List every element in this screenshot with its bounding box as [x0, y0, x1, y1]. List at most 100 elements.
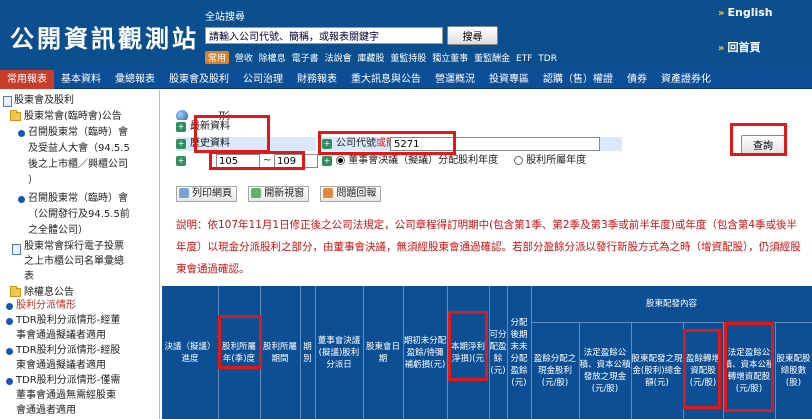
toolbar: 列印網頁 開新視窗 問題回報: [176, 186, 389, 202]
nav-item-governance[interactable]: 公司治理: [236, 70, 290, 89]
nav-item-common-reports[interactable]: 常用報表: [0, 69, 54, 89]
table-header-cell: 盈餘分配之現金股利(元/股): [533, 353, 577, 388]
table-divider: [507, 286, 508, 419]
main-nav: 常用報表 基本資料 彙總報表 股東會及股利 公司治理 財務報表 重大訊息與公告 …: [0, 69, 812, 89]
nav-item-financials[interactable]: 財務報表: [290, 70, 344, 89]
nav-item-investment[interactable]: 投資專區: [482, 70, 536, 89]
bullet-icon: [18, 196, 25, 203]
plus-icon: +: [176, 122, 186, 132]
highlight-box: [724, 322, 774, 412]
table-header-cell: 股利所屬期間: [262, 341, 297, 364]
site-logo[interactable]: 公開資訊觀測站: [10, 19, 199, 54]
table-divider: [363, 286, 364, 419]
sidebar-item-text: 表: [24, 271, 34, 282]
nav-item-material-info[interactable]: 重大訊息與公告: [344, 70, 428, 89]
search-button[interactable]: 搜尋: [447, 26, 498, 45]
document-icon: [3, 96, 12, 107]
highlight-box: [218, 315, 262, 369]
bullet-icon: [6, 378, 13, 385]
radio-checked-icon: [336, 155, 345, 165]
document-icon: [12, 244, 21, 255]
search-input[interactable]: [205, 27, 443, 44]
common-badge: 常用: [205, 51, 230, 64]
highlight-box: [730, 123, 787, 156]
sidebar-item-ex-dividend[interactable]: 除權息公告: [24, 287, 74, 299]
quick-link[interactable]: 董監持股: [390, 54, 426, 64]
quick-link[interactable]: 法說會: [325, 54, 352, 64]
table-group-header: 股東配發內容: [645, 299, 697, 309]
table-header-cell: 法定盈餘公積、資本公積發放之現金(元/股): [579, 347, 631, 394]
table-header-cell: 決議（擬議）進度: [164, 341, 216, 364]
sidebar-item-text: 後之上市櫃／興櫃公司: [28, 159, 128, 170]
sidebar-item-text: 董事會通過無需經股東: [16, 390, 116, 401]
nav-item-summary-reports[interactable]: 彙總報表: [108, 70, 162, 89]
year-type-radio-row: + 董事會決議（擬議）分配股利年度 股利所屬年度: [322, 154, 622, 168]
sidebar-item-tdr-shareholders[interactable]: TDR股利分派情形-經股: [16, 345, 120, 357]
radio-board-year[interactable]: 董事會決議（擬議）分配股利年度: [336, 154, 498, 168]
bullet-icon: [18, 130, 25, 137]
table-divider: [489, 286, 490, 419]
nav-item-operations[interactable]: 營運概況: [428, 70, 482, 89]
nav-item-securitization[interactable]: 資產證券化: [654, 70, 718, 89]
table-header-cell: 股東配發之現金(股利)總金額(元): [631, 353, 683, 388]
sidebar-item-tdr-board-only[interactable]: TDR股利分派情形-僅需: [16, 375, 120, 387]
table-header-cell: 股東配股總股數(股): [776, 353, 811, 388]
new-window-icon: [251, 188, 262, 198]
table-header-cell: 股東會日期: [365, 341, 400, 364]
sidebar-item-tdr-board[interactable]: TDR股利分派情形-經董: [16, 315, 120, 327]
sidebar-item-evoting[interactable]: 股東常會採行電子投票: [24, 241, 124, 253]
table-divider: [579, 322, 580, 419]
notice-text: 說明：依107年11月1日修正後之公司法規定，公司章程得訂明期中(包含第1季、第…: [176, 219, 801, 275]
sidebar-item-text: 東會通過擬議者適用: [16, 360, 106, 371]
quick-link[interactable]: TDR: [538, 54, 557, 64]
sidebar-item-text: ）: [28, 175, 38, 186]
sidebar-item-text: 之全體公司）: [28, 225, 88, 236]
sidebar-item-text: （公開發行及94.5.5前: [28, 209, 130, 220]
quick-link[interactable]: 除權息: [259, 54, 286, 64]
sidebar-item-meeting-all[interactable]: 召開股東常（臨時）會: [28, 193, 128, 205]
quick-link[interactable]: 庫藏股: [357, 54, 384, 64]
sidebar-item-meeting-listed[interactable]: 召開股東常（臨時）會: [28, 127, 128, 139]
bullet-icon: [6, 348, 13, 355]
quick-link[interactable]: 營收: [235, 54, 253, 64]
table-header-cell: 董事會決議(擬議)股利分派日: [317, 335, 361, 370]
new-window-button[interactable]: 開新視窗: [248, 186, 310, 202]
quick-link[interactable]: ETF: [516, 54, 532, 64]
highlight-box: [683, 329, 721, 409]
nav-item-shareholders-dividends[interactable]: 股東會及股利: [162, 70, 236, 89]
home-link[interactable]: » 回首頁: [718, 39, 760, 55]
print-button[interactable]: 列印網頁: [176, 186, 237, 202]
english-link[interactable]: » English: [718, 6, 773, 19]
sidebar-item-text: 事會通過擬議者適用: [16, 330, 106, 341]
nav-item-basic-info[interactable]: 基本資料: [54, 70, 108, 89]
bullet-icon: [6, 318, 13, 325]
nav-item-bonds[interactable]: 債券: [620, 70, 654, 89]
highlight-box: [194, 115, 270, 153]
sidebar-item-dividend-distribution[interactable]: 股利分派情形: [16, 300, 76, 312]
quick-link[interactable]: 獨立董事: [432, 54, 468, 64]
radio-dividend-year[interactable]: 股利所屬年度: [514, 154, 586, 168]
site-header: 公開資訊觀測站 全站搜尋 搜尋 常用 營收 除權息 電子書 法說會 庫藏股 董監…: [0, 0, 812, 70]
report-issue-button[interactable]: 問題回報: [320, 186, 382, 202]
sidebar-item-text: 之上市櫃公司名單彙總: [24, 256, 124, 267]
quick-link[interactable]: 董監酬金: [474, 54, 510, 64]
folder-icon: [10, 110, 21, 121]
sidebar-item-text: 及受益人大會（94.5.5: [28, 143, 130, 154]
table-divider: [531, 286, 532, 419]
table-divider: [775, 322, 776, 419]
sidebar-item-meeting-notice[interactable]: 股東常會(臨時會)公告: [24, 111, 122, 123]
quick-link[interactable]: 電子書: [292, 54, 319, 64]
search-label: 全站搜尋: [205, 12, 245, 23]
sidebar-item-text: 會通過者適用: [16, 405, 76, 416]
double-chevron-right-icon: »: [718, 43, 725, 54]
feedback-icon: [323, 188, 334, 198]
table-divider: [631, 322, 632, 419]
sidebar-item-shareholders[interactable]: 股東會及股利: [14, 95, 74, 107]
double-chevron-right-icon: »: [718, 8, 725, 19]
main-content: 形 + 最新資料 + 歷史資料 + ~ + 公司代號或簡稱 + 董事會決議（擬議…: [162, 90, 812, 419]
printer-icon: [179, 188, 189, 198]
bullet-icon: [6, 303, 13, 310]
table-divider: [300, 286, 301, 419]
nav-item-warrants[interactable]: 認購（售）權證: [536, 70, 620, 89]
sidebar: 股東會及股利 股東常會(臨時會)公告 召開股東常（臨時）會 及受益人大會（94.…: [0, 90, 160, 419]
